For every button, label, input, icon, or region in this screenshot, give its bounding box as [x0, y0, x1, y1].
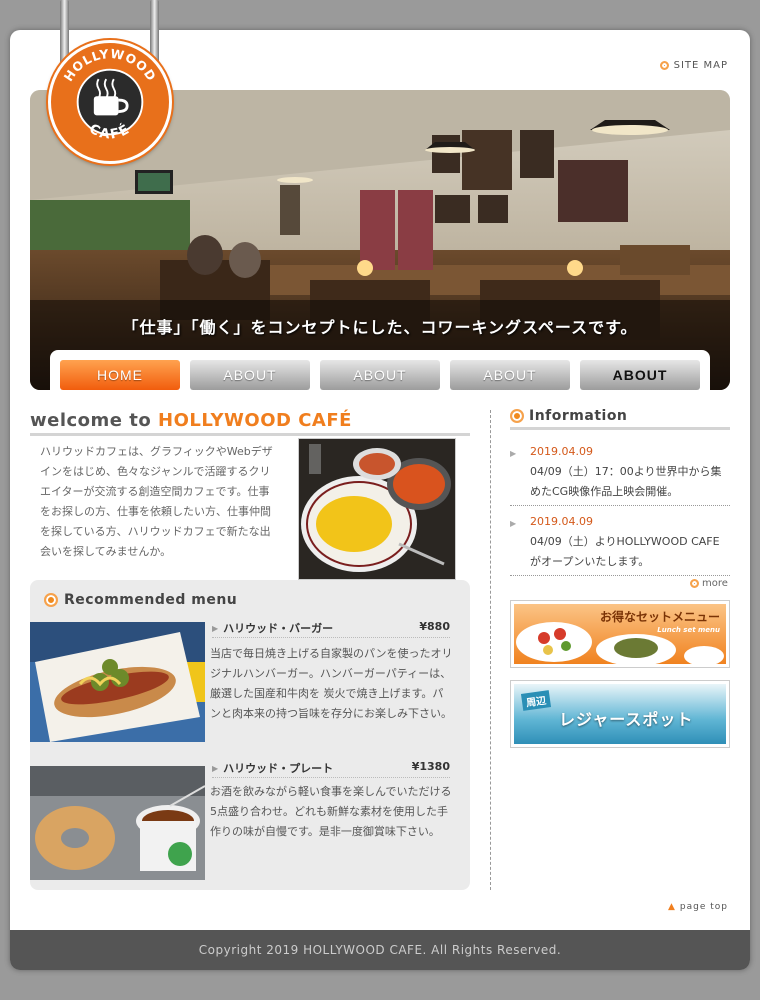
set-menu-banner-image: お得なセットメニュー Lunch set menu — [514, 604, 726, 664]
arrow-right-icon: ▶ — [510, 449, 517, 458]
news-date: 2019.04.09 — [530, 445, 593, 458]
welcome-heading: welcome to HOLLYWOOD CAFÉ — [30, 410, 470, 436]
leisure-title: レジャースポット — [559, 710, 694, 729]
news-item[interactable]: ▶ 2019.04.09 04/09（土）17：00より世界中から集めたCG映像… — [510, 440, 730, 506]
nav-about-3[interactable]: ABOUT — [450, 360, 570, 390]
sitemap-label: SITE MAP — [673, 60, 728, 71]
recommended-menu: Recommended menu ハリウッド・バーガー ¥880 当店で毎日焼き… — [30, 580, 470, 890]
menu-item-name: ハリウッド・バーガー — [212, 620, 333, 636]
set-menu-subtitle: Lunch set menu — [657, 626, 720, 634]
information-title-text: Information — [529, 408, 628, 424]
leisure-spot-banner-image: 周辺 レジャースポット — [514, 684, 726, 744]
more-link[interactable]: more — [690, 578, 728, 589]
burger-photo — [30, 622, 205, 742]
arrow-up-icon: ▲ — [667, 902, 676, 912]
main-nav: HOME ABOUT ABOUT ABOUT ABOUT — [50, 350, 710, 390]
news-text: 04/09（土）よりHOLLYWOOD CAFEがオープンいたします。 — [530, 535, 720, 568]
page-top-label: page top — [679, 902, 728, 912]
bullet-icon — [510, 409, 524, 423]
menu-item-plate-header[interactable]: ハリウッド・プレート ¥1380 — [212, 756, 450, 778]
menu-item-name: ハリウッド・プレート — [212, 760, 333, 776]
sitemap-link[interactable]: SITE MAP — [659, 60, 728, 71]
arrow-right-icon: ▶ — [510, 519, 517, 528]
menu-item-description: 当店で毎日焼き上げる自家製のパンを使ったオリジナルハンバーガー。ハンバーガーパテ… — [210, 647, 453, 720]
information-heading: Information — [510, 408, 730, 430]
news-item[interactable]: ▶ 2019.04.09 04/09（土）よりHOLLYWOOD CAFEがオー… — [510, 510, 730, 576]
nav-about-4[interactable]: ABOUT — [580, 360, 700, 390]
menu-item-burger-header[interactable]: ハリウッド・バーガー ¥880 — [212, 616, 450, 638]
nav-about-2[interactable]: ABOUT — [320, 360, 440, 390]
welcome-text: ハリウッドカフェは、グラフィックやWebデザインをはじめ、色々なジャンルで活躍す… — [40, 445, 273, 558]
news-date: 2019.04.09 — [530, 515, 593, 528]
plate-photo — [30, 766, 205, 880]
recommended-title: Recommended menu — [44, 592, 237, 608]
menu-item-price: ¥880 — [419, 620, 450, 633]
recommended-title-text: Recommended menu — [64, 592, 238, 608]
set-menu-title: お得なセットメニュー — [599, 610, 720, 624]
footer: Copyright 2019 HOLLYWOOD CAFE. All Right… — [10, 930, 750, 970]
curry-plate-photo — [298, 438, 456, 580]
page-container: SITE MAP 「仕事」「働く」をコンセプトにした、コワーキングスペースです。… — [10, 30, 750, 970]
leisure-spot-banner[interactable]: 周辺 レジャースポット — [510, 680, 730, 748]
bullet-icon — [44, 593, 58, 607]
nav-about-1[interactable]: ABOUT — [190, 360, 310, 390]
cafe-logo[interactable]: HOLLYWOOD CAFÉ — [48, 40, 172, 164]
set-menu-banner[interactable]: お得なセットメニュー Lunch set menu — [510, 600, 730, 668]
menu-item-description: お酒を飲みながら軽い食事を楽しんでいただける5点盛り合わせ。どれも新鮮な素材を使… — [210, 785, 452, 838]
welcome-prefix: welcome to — [30, 410, 159, 431]
menu-item-price: ¥1380 — [411, 760, 450, 773]
news-text: 04/09（土）17：00より世界中から集めたCG映像作品上映会開催。 — [530, 465, 722, 498]
hero-tagline: 「仕事」「働く」をコンセプトにした、コワーキングスペースです。 — [122, 318, 638, 337]
bullet-icon — [690, 579, 699, 588]
nav-home[interactable]: HOME — [60, 360, 180, 390]
leisure-tag: 周辺 — [520, 690, 552, 711]
coffee-cup-icon: HOLLYWOOD CAFÉ — [61, 47, 157, 143]
more-label: more — [702, 578, 728, 589]
copyright-text: Copyright 2019 HOLLYWOOD CAFE. All Right… — [198, 943, 562, 957]
bullet-icon — [659, 61, 669, 70]
welcome-cafe-name: HOLLYWOOD CAFÉ — [158, 410, 352, 431]
page-top-link[interactable]: ▲ page top — [668, 902, 728, 912]
column-divider — [490, 410, 491, 890]
